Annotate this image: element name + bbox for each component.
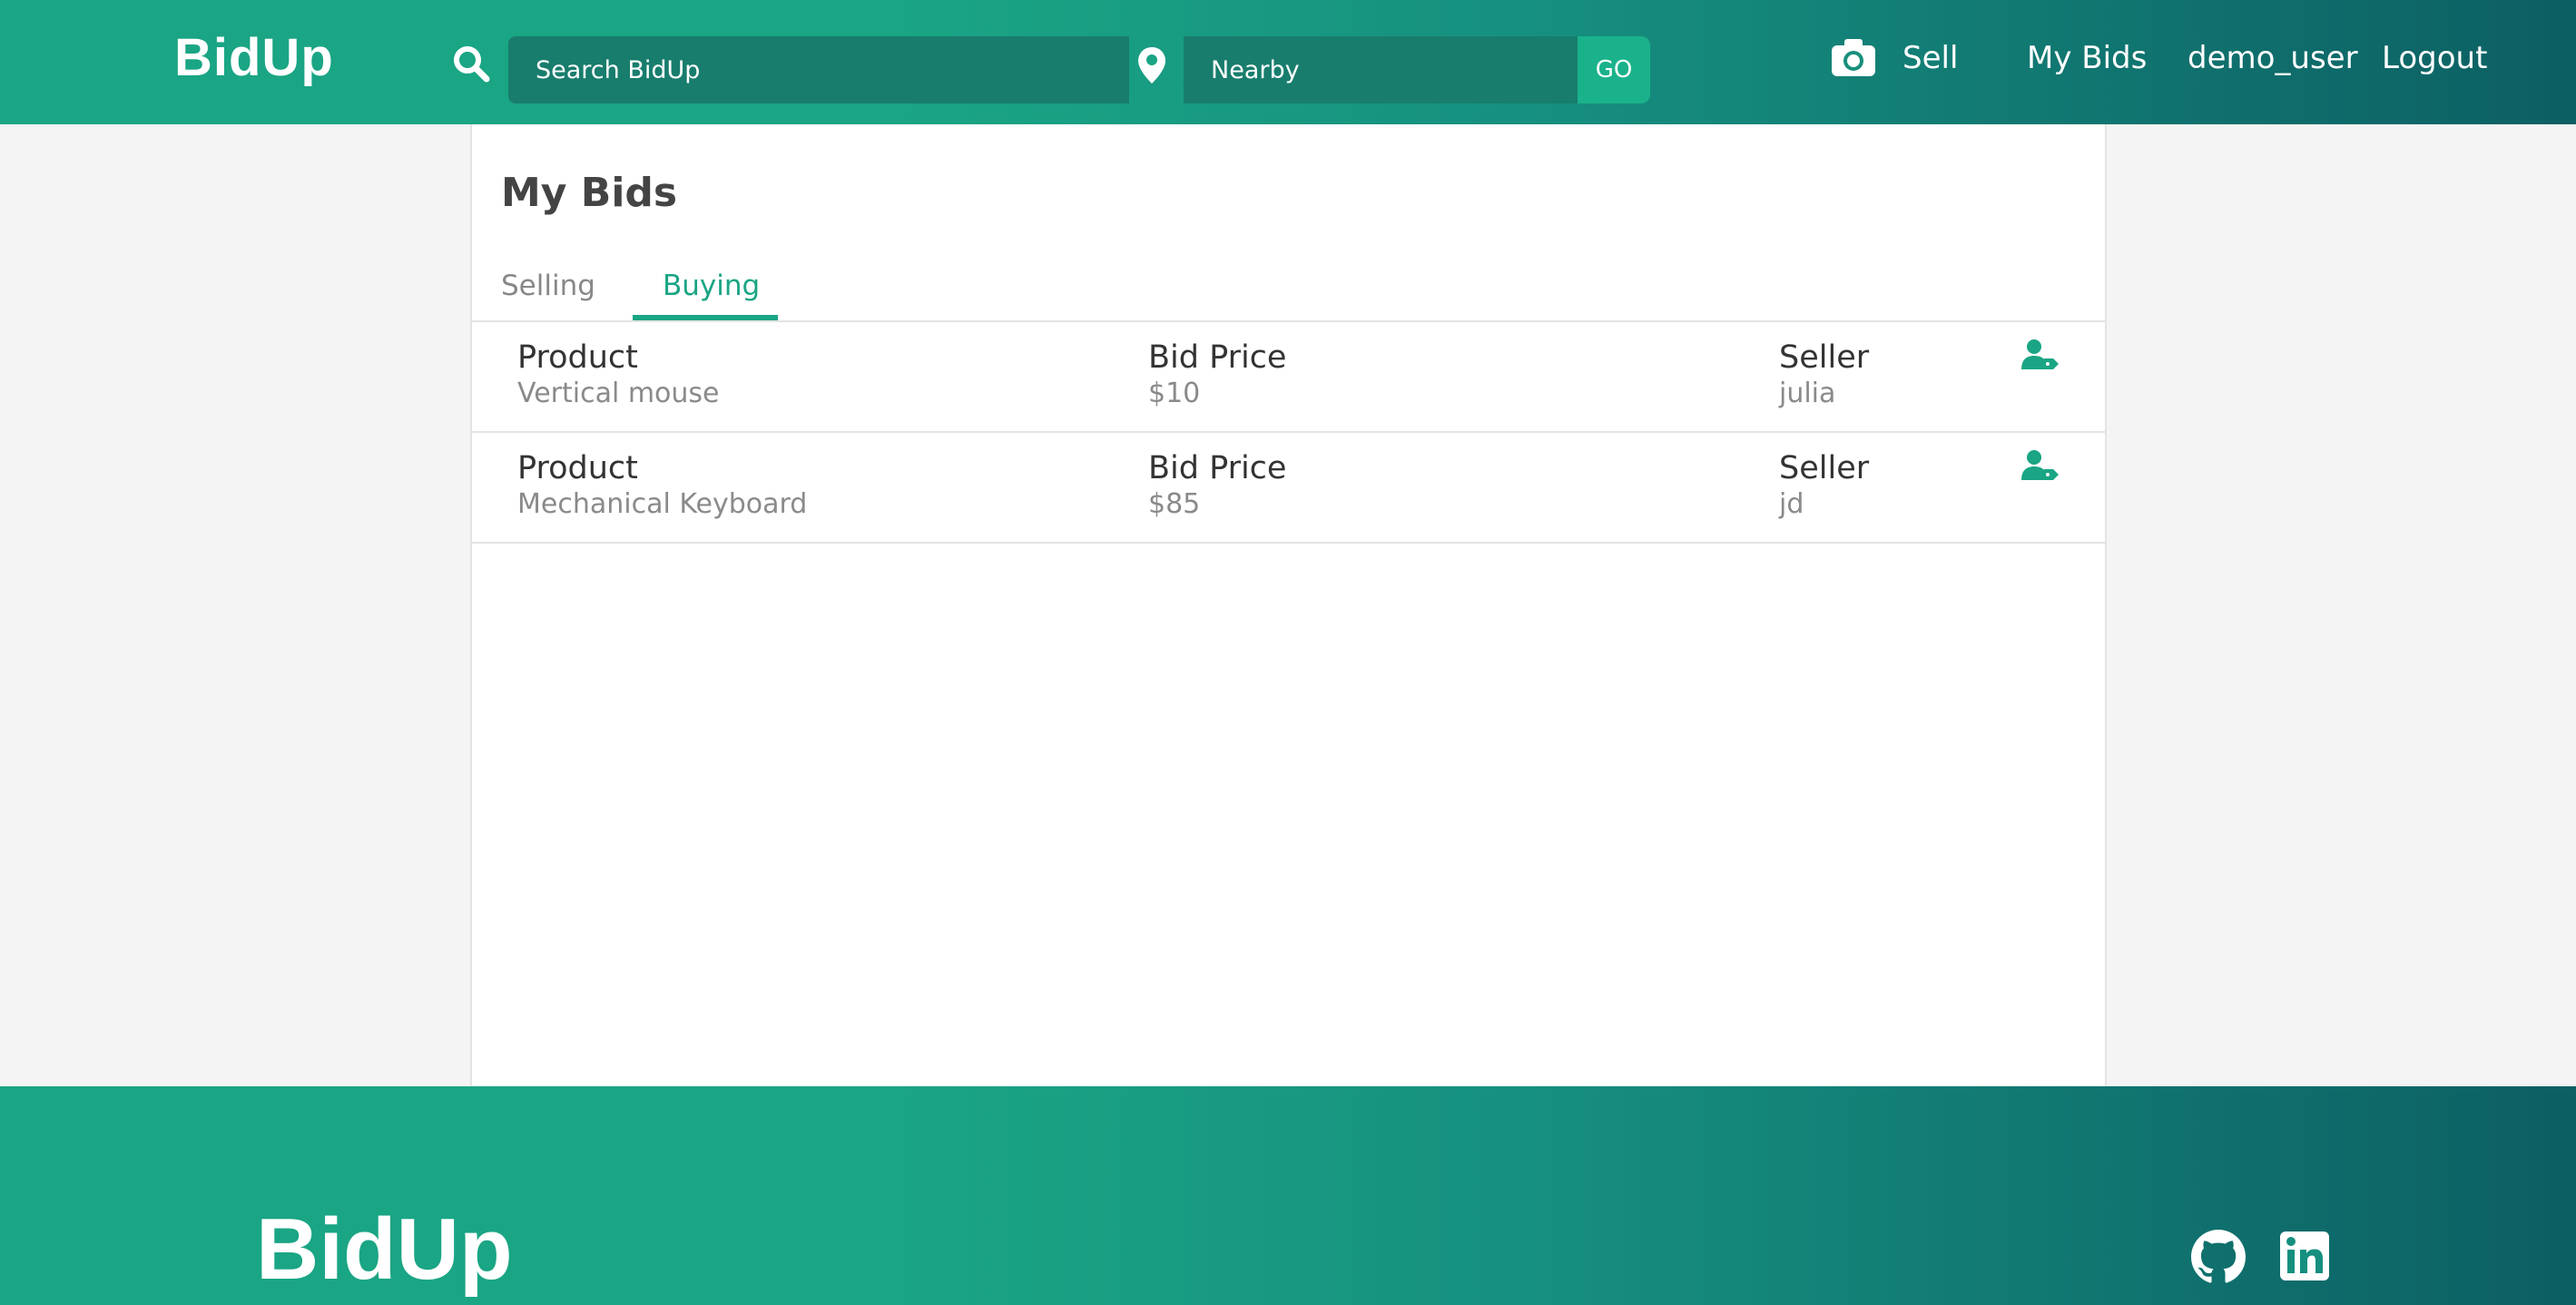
search-input[interactable]	[508, 36, 1129, 103]
header: BidUp GO Sell My Bids demo_user Logout	[0, 0, 2576, 124]
linkedin-icon[interactable]	[2280, 1231, 2329, 1280]
seller-cell: Seller jd	[1779, 449, 1869, 522]
seller-label: Seller	[1779, 339, 1870, 376]
price-label: Bid Price	[1148, 450, 1287, 486]
product-cell: Product Vertical mouse	[517, 339, 720, 411]
my-bids-link[interactable]: My Bids	[2027, 40, 2147, 76]
location-pin-icon	[1138, 47, 1165, 83]
user-tag-icon[interactable]	[2021, 339, 2060, 371]
bid-row[interactable]: Product Mechanical Keyboard Bid Price $8…	[472, 433, 2105, 544]
tab-buying[interactable]: Buying	[663, 270, 760, 302]
bid-price: $10	[1148, 378, 1201, 409]
bids-list: Product Vertical mouse Bid Price $10 Sel…	[472, 322, 2105, 544]
product-name: Vertical mouse	[517, 378, 720, 409]
logo[interactable]: BidUp	[174, 27, 334, 88]
product-cell: Product Mechanical Keyboard	[517, 449, 807, 522]
product-label: Product	[517, 450, 638, 486]
seller-name: julia	[1779, 378, 1836, 409]
product-name: Mechanical Keyboard	[517, 488, 808, 520]
logout-link[interactable]: Logout	[2382, 40, 2487, 76]
seller-cell: Seller julia	[1779, 339, 1869, 411]
bid-price: $85	[1148, 488, 1201, 520]
location-input[interactable]	[1184, 36, 1578, 103]
github-icon[interactable]	[2191, 1230, 2246, 1284]
sell-link[interactable]: Sell	[1903, 40, 1958, 76]
seller-label: Seller	[1779, 450, 1870, 486]
price-cell: Bid Price $85	[1148, 449, 1286, 522]
product-label: Product	[517, 339, 638, 376]
bid-row[interactable]: Product Vertical mouse Bid Price $10 Sel…	[472, 322, 2105, 433]
footer-logo[interactable]: BidUp	[256, 1204, 513, 1295]
camera-icon[interactable]	[1830, 36, 1877, 78]
search-icon[interactable]	[451, 44, 491, 83]
price-cell: Bid Price $10	[1148, 339, 1286, 411]
price-label: Bid Price	[1148, 339, 1287, 376]
user-profile-link[interactable]: demo_user	[2188, 40, 2358, 76]
user-tag-icon[interactable]	[2021, 449, 2060, 482]
page-title: My Bids	[501, 170, 678, 216]
tab-selling[interactable]: Selling	[501, 270, 595, 302]
go-button[interactable]: GO	[1578, 36, 1650, 103]
my-bids-panel: My Bids Selling Buying Product Vertical …	[470, 124, 2107, 1086]
seller-name: jd	[1779, 488, 1804, 520]
footer: BidUp	[0, 1086, 2576, 1305]
